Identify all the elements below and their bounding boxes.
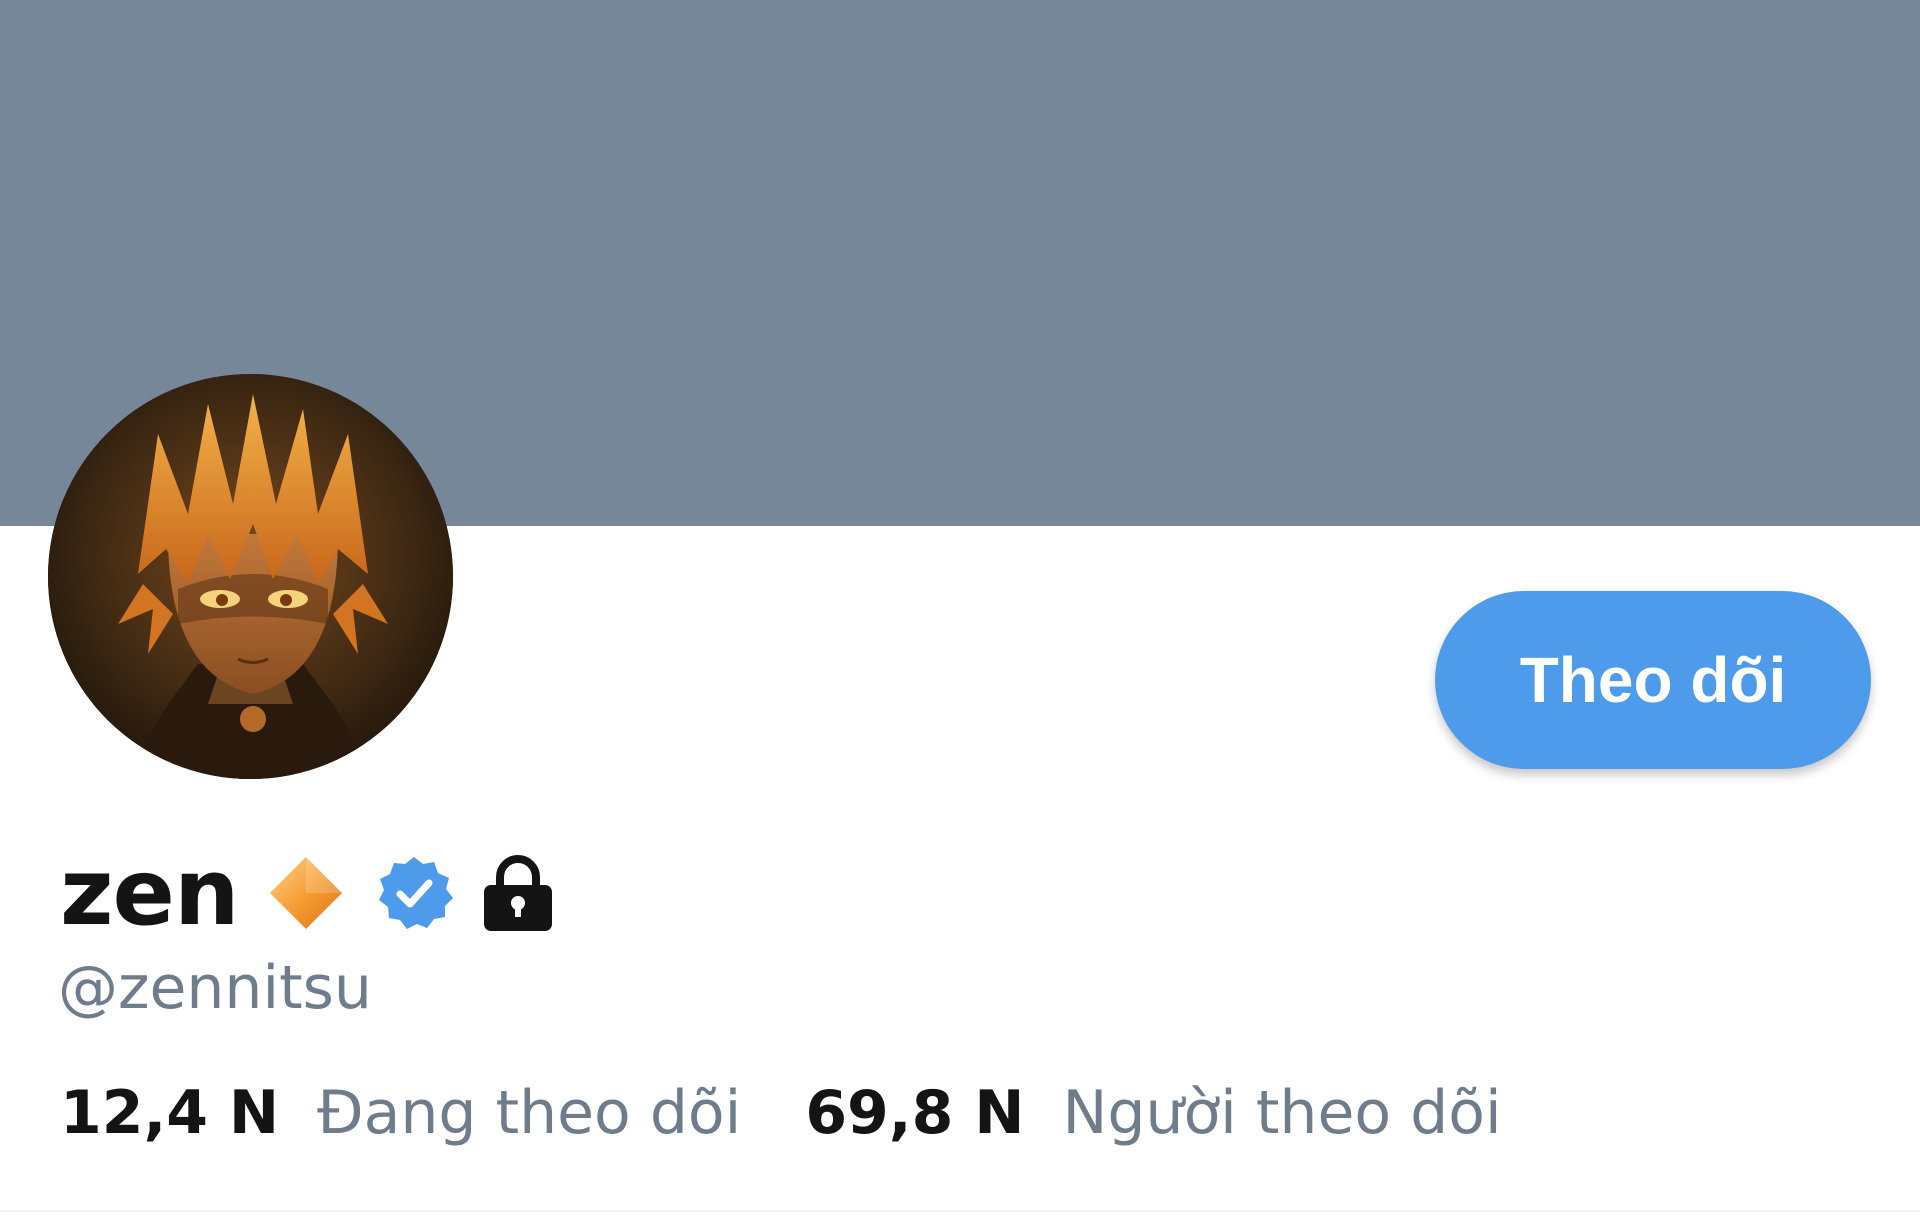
lock-icon bbox=[480, 853, 556, 933]
following-stat[interactable]: 12,4 N Đang theo dõi bbox=[60, 1083, 741, 1143]
following-count: 12,4 N bbox=[60, 1078, 280, 1148]
followers-label: Người theo dõi bbox=[1062, 1078, 1502, 1148]
divider bbox=[0, 1210, 1920, 1212]
followers-stat[interactable]: 69,8 N Người theo dõi bbox=[805, 1083, 1501, 1143]
follow-button[interactable]: Theo dõi bbox=[1435, 591, 1871, 769]
following-label: Đang theo dõi bbox=[317, 1078, 742, 1148]
verified-badge-icon[interactable] bbox=[374, 853, 454, 933]
name-row: zen bbox=[60, 838, 556, 948]
followers-count: 69,8 N bbox=[805, 1078, 1025, 1148]
username-handle: @zennitsu bbox=[58, 953, 372, 1023]
profile-page: Theo dõi zen @zennitsu 12,4 N Đang theo … bbox=[0, 0, 1920, 1216]
follow-stats: 12,4 N Đang theo dõi 69,8 N Người theo d… bbox=[60, 1083, 1502, 1143]
avatar[interactable] bbox=[48, 374, 453, 779]
orange-diamond-icon bbox=[266, 853, 346, 933]
display-name: zen bbox=[60, 839, 239, 946]
